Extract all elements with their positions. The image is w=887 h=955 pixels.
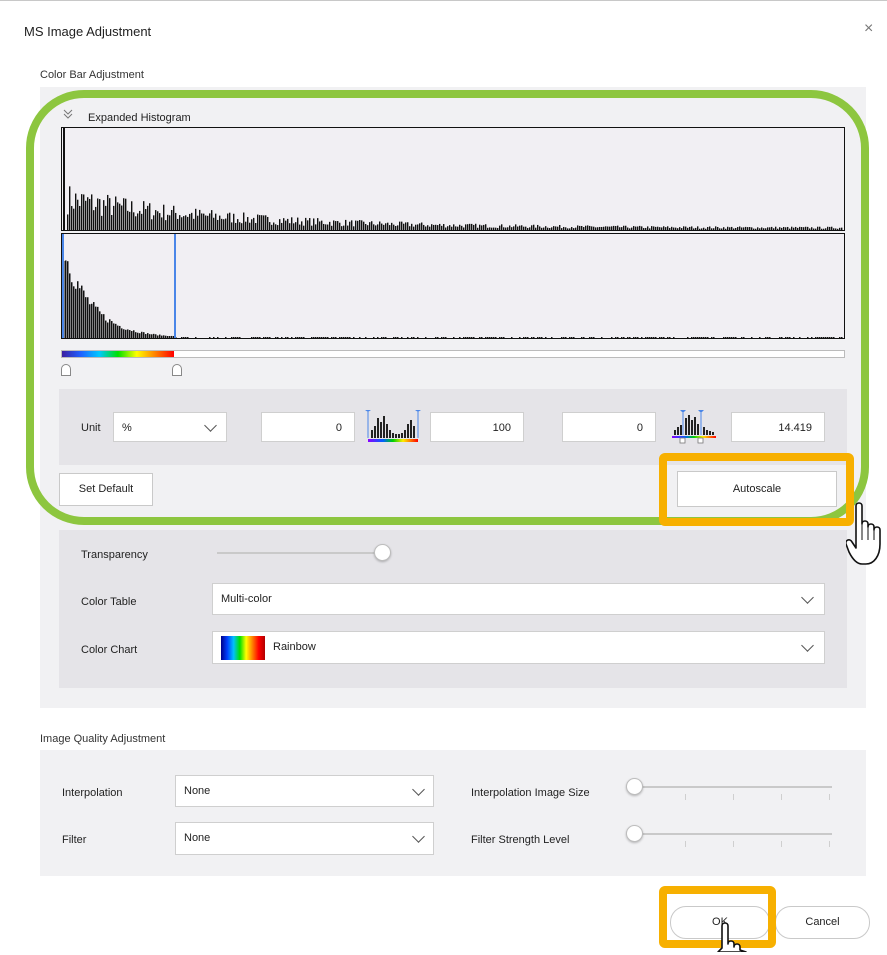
hand-cursor-icon xyxy=(845,500,886,573)
filter-strength-tick xyxy=(685,841,686,847)
interpolation-label: Interpolation xyxy=(62,787,123,799)
filter-label: Filter xyxy=(62,834,87,846)
transparency-label: Transparency xyxy=(81,549,148,561)
top-border xyxy=(0,0,887,1)
interp-size-tick xyxy=(829,794,830,800)
chevron-down-icon xyxy=(801,639,814,652)
cancel-button[interactable]: Cancel xyxy=(775,906,870,939)
color-bar-section-label: Color Bar Adjustment xyxy=(40,69,144,81)
interp-size-tick xyxy=(685,794,686,800)
image-quality-panel xyxy=(40,750,866,876)
color-table-label: Color Table xyxy=(81,596,137,608)
color-chart-label: Color Chart xyxy=(81,644,138,656)
interpolation-value: None xyxy=(184,785,211,797)
autoscale-highlight-frame xyxy=(659,453,854,526)
interp-size-tick xyxy=(733,794,734,800)
color-table-dropdown[interactable]: Multi-color xyxy=(212,583,825,615)
chevron-down-icon xyxy=(412,830,425,843)
color-chart-dropdown[interactable]: Rainbow xyxy=(212,631,825,664)
filter-dropdown[interactable]: None xyxy=(175,822,434,855)
image-quality-section-label: Image Quality Adjustment xyxy=(40,733,166,745)
interp-size-label: Interpolation Image Size xyxy=(471,787,590,799)
hand-cursor-icon xyxy=(712,920,752,955)
filter-strength-track[interactable] xyxy=(627,833,832,835)
transparency-slider-knob[interactable] xyxy=(374,544,391,561)
chevron-down-icon xyxy=(412,783,425,796)
filter-value: None xyxy=(184,832,211,844)
interp-size-tick xyxy=(781,794,782,800)
interp-size-slider-knob[interactable] xyxy=(626,778,643,795)
close-icon[interactable]: × xyxy=(864,20,873,38)
color-chart-value: Rainbow xyxy=(273,641,316,653)
chevron-down-icon xyxy=(801,591,814,604)
color-table-value: Multi-color xyxy=(221,593,272,605)
filter-strength-tick xyxy=(781,841,782,847)
transparency-track[interactable] xyxy=(217,552,382,554)
filter-strength-label: Filter Strength Level xyxy=(471,834,570,846)
interpolation-dropdown[interactable]: None xyxy=(175,775,434,807)
filter-strength-tick xyxy=(829,841,830,847)
filter-strength-slider-knob[interactable] xyxy=(626,825,643,842)
dialog-title: MS Image Adjustment xyxy=(24,24,152,39)
interp-size-track[interactable] xyxy=(627,786,832,788)
rainbow-swatch xyxy=(221,636,265,660)
filter-strength-tick xyxy=(733,841,734,847)
